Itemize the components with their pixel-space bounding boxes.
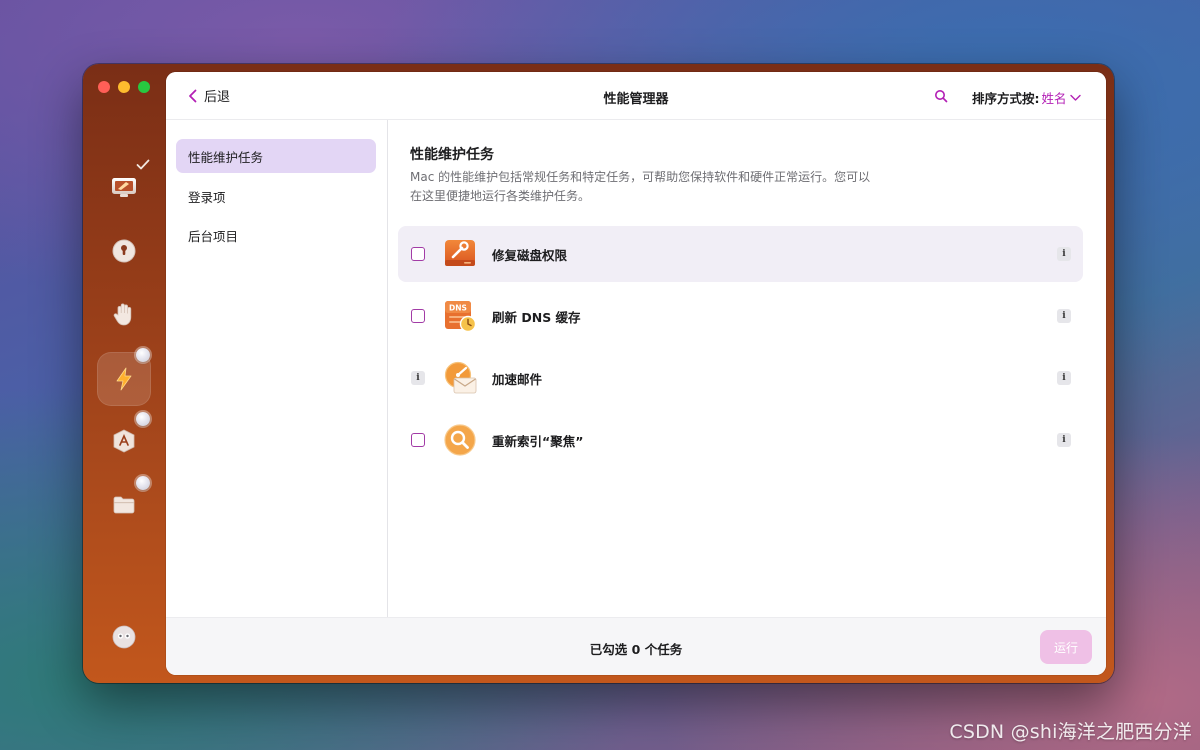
watermark-text: CSDN @shi海洋之肥西分洋 xyxy=(949,721,1192,743)
info-button[interactable]: i xyxy=(1057,309,1071,323)
task-label: 刷新 DNS 缓存 xyxy=(492,310,581,325)
sidebar-item-background-items[interactable]: 后台项目 xyxy=(176,218,376,252)
section-description: Mac 的性能维护包括常规任务和特定任务，可帮助您保持软件和硬件正常运行。您可以… xyxy=(410,170,871,203)
folder-icon xyxy=(113,496,135,514)
task-checkbox[interactable] xyxy=(411,309,425,323)
info-button[interactable]: i xyxy=(1057,247,1071,261)
footer-bar: 已勾选 0 个任务 运行 xyxy=(166,617,1106,675)
hand-icon xyxy=(113,303,132,326)
privacy-rail-item[interactable] xyxy=(97,224,151,278)
mail-speed-icon xyxy=(444,361,477,394)
disk-repair-icon xyxy=(445,240,475,266)
svg-text:DNS: DNS xyxy=(449,304,467,313)
section-title: 性能维护任务 xyxy=(410,147,494,163)
applications-status-badge xyxy=(136,412,150,426)
task-label: 修复磁盘权限 xyxy=(492,248,568,263)
selection-status: 已勾选 0 个任务 xyxy=(589,642,683,657)
assistant-icon xyxy=(112,625,136,649)
privacy-icon xyxy=(112,239,136,263)
window-controls xyxy=(98,81,150,93)
task-row-speed-up-mail[interactable]: i 加速邮件 i xyxy=(398,350,1083,406)
info-icon[interactable]: i xyxy=(411,371,425,385)
info-button[interactable]: i xyxy=(1057,433,1071,447)
files-status-badge xyxy=(136,476,150,490)
sort-label: 排序方式按: xyxy=(972,91,1040,106)
sort-control[interactable]: 排序方式按: 姓名 xyxy=(972,88,1081,107)
sort-value[interactable]: 姓名 xyxy=(1042,88,1067,107)
spotlight-icon xyxy=(444,424,476,456)
dns-cache-icon: DNS xyxy=(445,301,477,333)
task-label: 重新索引“聚焦” xyxy=(492,434,584,449)
run-button[interactable]: 运行 xyxy=(1040,630,1092,664)
close-window-button[interactable] xyxy=(98,81,110,93)
cleanup-icon xyxy=(112,178,136,197)
lightning-icon xyxy=(116,367,132,391)
sidebar: 性能维护任务 登录项 后台项目 xyxy=(166,120,388,617)
task-row-flush-dns-cache[interactable]: DNS 刷新 DNS 缓存 i xyxy=(398,288,1083,344)
task-row-repair-disk-permissions[interactable]: 修复磁盘权限 i xyxy=(398,226,1083,282)
task-checkbox[interactable] xyxy=(411,433,425,447)
applications-icon xyxy=(113,429,135,453)
checkmark-icon xyxy=(136,159,150,170)
sidebar-item-label: 登录项 xyxy=(188,189,226,205)
minimize-window-button[interactable] xyxy=(118,81,130,93)
sidebar-item-label: 性能维护任务 xyxy=(188,149,264,165)
task-row-reindex-spotlight[interactable]: 重新索引“聚焦” i xyxy=(398,412,1083,468)
protection-rail-item[interactable] xyxy=(97,287,151,341)
task-checkbox[interactable] xyxy=(411,247,425,261)
main-panel: 后退 性能管理器 排序方式按: 姓名 性能维护任务 登录项 后台项目 性能维护任… xyxy=(166,72,1106,675)
chevron-down-icon xyxy=(1069,94,1081,101)
sidebar-item-maintenance-tasks[interactable]: 性能维护任务 xyxy=(176,139,376,173)
search-button[interactable] xyxy=(934,88,948,107)
toolbar: 后退 性能管理器 排序方式按: 姓名 xyxy=(166,72,1106,120)
performance-status-badge xyxy=(136,348,150,362)
zoom-window-button[interactable] xyxy=(138,81,150,93)
sidebar-item-label: 后台项目 xyxy=(188,228,239,244)
page-title: 性能管理器 xyxy=(603,92,669,107)
sidebar-item-login-items[interactable]: 登录项 xyxy=(176,179,376,213)
assistant-rail-item[interactable] xyxy=(97,610,151,664)
task-content: 性能维护任务 Mac 的性能维护包括常规任务和特定任务，可帮助您保持软件和硬件正… xyxy=(388,120,1106,617)
info-button[interactable]: i xyxy=(1057,371,1071,385)
search-icon xyxy=(935,90,948,103)
task-label: 加速邮件 xyxy=(492,372,543,387)
